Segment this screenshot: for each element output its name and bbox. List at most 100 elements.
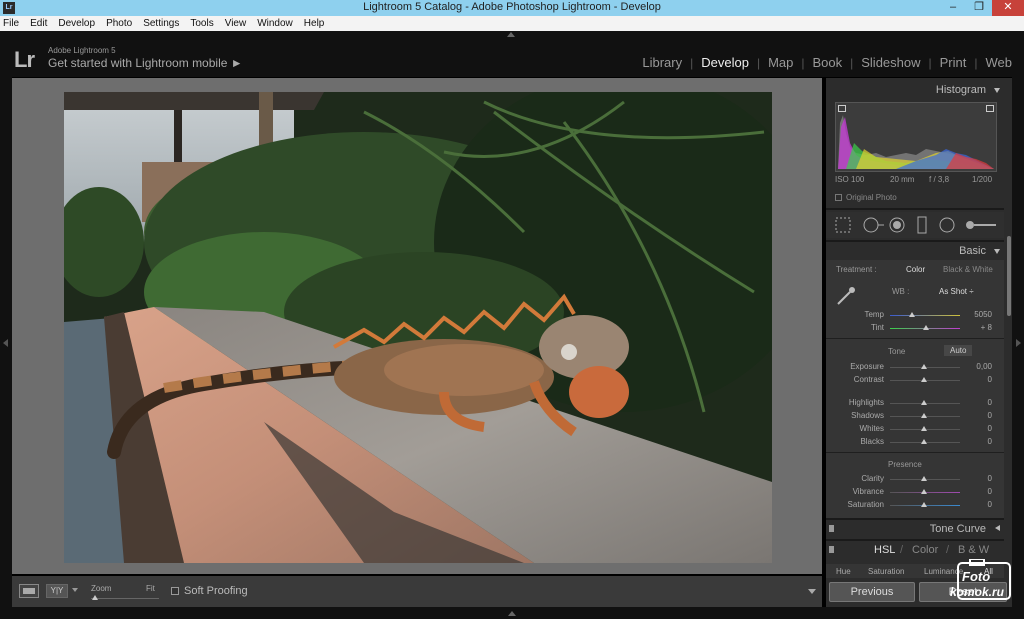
vibrance-slider-handle[interactable]: [921, 489, 927, 494]
subtab-hue[interactable]: Hue: [836, 567, 851, 576]
treatment-color-toggle[interactable]: Color: [906, 265, 925, 274]
filmstrip-strip: [0, 607, 1024, 619]
exposure-value[interactable]: 0,00: [968, 362, 992, 371]
tone-curve-panel-header[interactable]: Tone Curve: [826, 519, 1004, 539]
adjustment-brush-icon[interactable]: [966, 221, 996, 229]
wb-dropdown[interactable]: As Shot ÷: [939, 287, 974, 296]
view-options-dropdown-icon[interactable]: [72, 588, 78, 592]
crop-overlay-icon[interactable]: [835, 217, 851, 233]
clarity-value[interactable]: 0: [968, 474, 992, 483]
watermark-line1: Foto: [962, 569, 991, 584]
contrast-label: Contrast: [853, 375, 884, 384]
treatment-bw-toggle[interactable]: Black & White: [943, 265, 993, 274]
before-after-view-icon[interactable]: Y|Y: [46, 584, 68, 598]
tab-hsl[interactable]: HSL: [874, 544, 895, 556]
window-title: Lightroom 5 Catalog - Adobe Photoshop Li…: [363, 1, 661, 13]
exif-shutter: 1/200: [972, 175, 993, 184]
right-panel-scrollbar[interactable]: [1007, 236, 1011, 316]
menu-view[interactable]: View: [225, 18, 247, 29]
toolbar-content-dropdown-icon[interactable]: [808, 589, 816, 594]
histogram-panel-header[interactable]: Histogram: [826, 80, 1004, 100]
saturation-slider-handle[interactable]: [921, 502, 927, 507]
collapse-basic-icon: [994, 249, 1000, 254]
module-map[interactable]: Map: [768, 55, 793, 70]
original-photo-label: Original Photo: [846, 193, 897, 202]
blacks-value[interactable]: 0: [968, 437, 992, 446]
histogram-graph[interactable]: [835, 102, 997, 172]
treatment-label: Treatment :: [836, 265, 877, 274]
saturation-label: Saturation: [847, 500, 884, 509]
zoom-slider[interactable]: [91, 598, 159, 599]
exposure-slider-handle[interactable]: [921, 364, 927, 369]
left-panel-toggle[interactable]: [0, 77, 12, 607]
menu-help[interactable]: Help: [304, 18, 325, 29]
tint-slider-handle[interactable]: [923, 325, 929, 330]
module-library[interactable]: Library: [642, 55, 682, 70]
highlights-slider-handle[interactable]: [921, 400, 927, 405]
highlights-value[interactable]: 0: [968, 398, 992, 407]
previous-button[interactable]: Previous: [829, 582, 915, 602]
shadows-label: Shadows: [851, 411, 884, 420]
original-photo-checkbox[interactable]: [835, 194, 842, 201]
vibrance-value[interactable]: 0: [968, 487, 992, 496]
soft-proofing-label: Soft Proofing: [184, 585, 248, 597]
whites-slider-handle[interactable]: [921, 426, 927, 431]
zoom-slider-handle[interactable]: [92, 595, 98, 600]
soft-proofing-checkbox[interactable]: [171, 587, 179, 595]
tint-value[interactable]: + 8: [968, 323, 992, 332]
shadows-slider-handle[interactable]: [921, 413, 927, 418]
hsl-toggle-switch[interactable]: [829, 546, 834, 553]
fotokomok-watermark: Foto komok.ru: [944, 558, 1016, 611]
graduated-filter-icon[interactable]: [917, 216, 927, 234]
module-slideshow[interactable]: Slideshow: [861, 55, 920, 70]
clarity-slider-handle[interactable]: [921, 476, 927, 481]
menu-settings[interactable]: Settings: [143, 18, 179, 29]
temp-label: Temp: [864, 310, 884, 319]
product-name: Adobe Lightroom 5: [48, 46, 116, 55]
module-print[interactable]: Print: [940, 55, 967, 70]
white-balance-selector-icon[interactable]: [834, 284, 858, 308]
menu-develop[interactable]: Develop: [58, 18, 95, 29]
shadows-value[interactable]: 0: [968, 411, 992, 420]
basic-panel-header[interactable]: Basic: [826, 241, 1004, 261]
contrast-value[interactable]: 0: [968, 375, 992, 384]
contrast-slider-handle[interactable]: [921, 377, 927, 382]
blacks-slider-handle[interactable]: [921, 439, 927, 444]
whites-value[interactable]: 0: [968, 424, 992, 433]
mobile-cta-link[interactable]: Get started with Lightroom mobile ►: [48, 56, 243, 70]
wb-label: WB :: [892, 287, 910, 296]
restore-icon[interactable]: ❐: [966, 0, 992, 16]
temp-slider[interactable]: [890, 315, 960, 316]
menu-photo[interactable]: Photo: [106, 18, 132, 29]
temp-value[interactable]: 5050: [968, 310, 992, 319]
radial-filter-icon[interactable]: [939, 217, 955, 233]
module-book[interactable]: Book: [812, 55, 842, 70]
menu-file[interactable]: File: [3, 18, 19, 29]
menu-edit[interactable]: Edit: [30, 18, 47, 29]
menu-tools[interactable]: Tools: [190, 18, 213, 29]
hsl-panel-header[interactable]: HSL / Color / B & W: [826, 540, 1004, 560]
right-panel-toggle[interactable]: [1012, 77, 1024, 607]
module-web[interactable]: Web: [986, 55, 1013, 70]
minimize-icon[interactable]: –: [940, 0, 966, 16]
tone-curve-toggle-switch[interactable]: [829, 525, 834, 532]
photo-preview[interactable]: [64, 92, 772, 563]
auto-tone-button[interactable]: Auto: [944, 345, 973, 356]
expand-filmstrip-icon[interactable]: [508, 611, 516, 616]
red-eye-icon[interactable]: [889, 217, 905, 233]
spot-removal-icon[interactable]: [863, 217, 884, 233]
loupe-view-icon[interactable]: [19, 584, 39, 598]
tab-color[interactable]: Color: [912, 544, 938, 556]
collapse-top-panel-icon[interactable]: [507, 32, 515, 37]
whites-label: Whites: [859, 424, 884, 433]
temp-slider-handle[interactable]: [909, 312, 915, 317]
menu-window[interactable]: Window: [257, 18, 293, 29]
clarity-label: Clarity: [861, 474, 884, 483]
saturation-value[interactable]: 0: [968, 500, 992, 509]
close-icon[interactable]: ✕: [992, 0, 1024, 16]
subtab-saturation[interactable]: Saturation: [868, 567, 904, 576]
right-panel: Histogram ISO 100 20 mm f / 3,8 1/200 Or…: [826, 78, 1012, 607]
tab-bw[interactable]: B & W: [958, 544, 989, 556]
lr-logo: Lr: [14, 47, 35, 72]
module-develop[interactable]: Develop: [701, 55, 749, 70]
